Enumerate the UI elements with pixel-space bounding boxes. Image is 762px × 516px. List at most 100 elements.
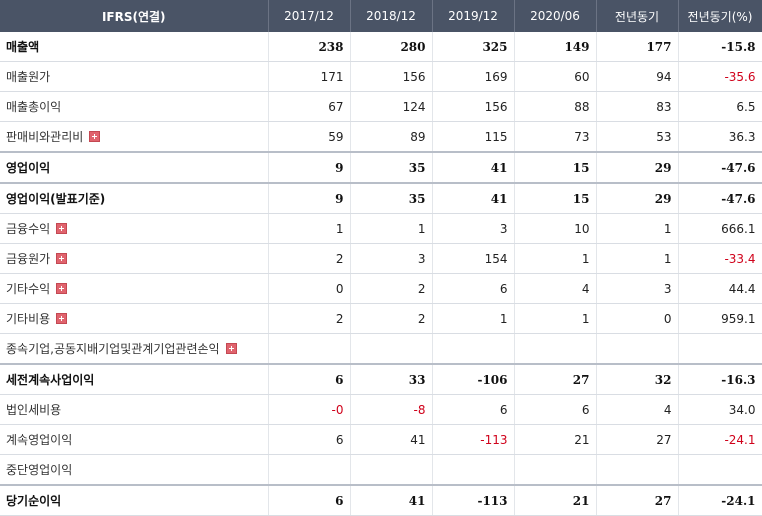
value-cell: 35 xyxy=(350,151,433,184)
row-label: 영업이익 xyxy=(0,151,269,184)
row-label: 기타수익 xyxy=(0,273,269,304)
value-cell: 1 xyxy=(596,243,679,274)
value-cell: -113 xyxy=(432,424,515,455)
value-cell: 238 xyxy=(268,32,351,62)
value-cell: 88 xyxy=(514,91,597,122)
value-cell: 124 xyxy=(350,91,433,122)
header-2017-12: 2017/12 xyxy=(268,0,351,32)
value-cell xyxy=(350,454,433,486)
value-cell: 59 xyxy=(268,121,351,153)
value-cell: 1 xyxy=(432,303,515,334)
value-cell: -24.1 xyxy=(678,424,762,455)
value-cell: 32 xyxy=(596,363,679,395)
expand-plus-icon[interactable] xyxy=(89,131,101,142)
value-cell: 2 xyxy=(268,303,351,334)
row-label-text: 매출원가 xyxy=(6,70,51,84)
value-cell: 10 xyxy=(514,213,597,244)
row-label: 금융원가 xyxy=(0,243,269,274)
value-cell: 1 xyxy=(596,213,679,244)
value-cell: -47.6 xyxy=(678,182,762,214)
value-cell: 3 xyxy=(432,213,515,244)
table-row: 계속영업이익 6 41 -113 21 27 -24.1 xyxy=(0,424,762,455)
value-cell: 156 xyxy=(350,61,433,92)
value-cell: 6 xyxy=(268,363,351,395)
value-cell: 959.1 xyxy=(678,303,762,334)
row-label-text: 매출액 xyxy=(6,40,40,54)
value-cell: 156 xyxy=(432,91,515,122)
value-cell: 27 xyxy=(596,484,679,516)
row-label-text: 기타비용 xyxy=(6,312,51,326)
header-2019-12: 2019/12 xyxy=(432,0,515,32)
value-cell: 115 xyxy=(432,121,515,153)
row-label: 판매비와관리비 xyxy=(0,121,269,153)
row-label-text: 중단영업이익 xyxy=(6,463,73,477)
table-row: 기타비용 2 2 1 1 0 959.1 xyxy=(0,303,762,334)
value-cell: 171 xyxy=(268,61,351,92)
value-cell: 94 xyxy=(596,61,679,92)
table-row: 기타수익 0 2 6 4 3 44.4 xyxy=(0,273,762,304)
header-ifrs: IFRS(연결) xyxy=(0,0,269,32)
value-cell: 325 xyxy=(432,32,515,62)
value-cell: 2 xyxy=(350,273,433,304)
value-cell: 154 xyxy=(432,243,515,274)
value-cell: 6 xyxy=(268,484,351,516)
value-cell: 29 xyxy=(596,182,679,214)
expand-plus-icon[interactable] xyxy=(56,313,68,324)
value-cell: 177 xyxy=(596,32,679,62)
value-cell: -0 xyxy=(268,394,351,425)
row-label: 영업이익(발표기준) xyxy=(0,182,269,214)
value-cell: 9 xyxy=(268,151,351,184)
value-cell xyxy=(432,454,515,486)
income-statement-table: IFRS(연결) 2017/12 2018/12 2019/12 2020/06… xyxy=(0,0,762,516)
value-cell: 27 xyxy=(596,424,679,455)
row-label: 법인세비용 xyxy=(0,394,269,425)
value-cell: 73 xyxy=(514,121,597,153)
row-label-text: 금융수익 xyxy=(6,222,51,236)
header-2018-12: 2018/12 xyxy=(350,0,433,32)
value-cell: -8 xyxy=(350,394,433,425)
row-label: 중단영업이익 xyxy=(0,454,269,486)
value-cell: 36.3 xyxy=(678,121,762,153)
value-cell xyxy=(268,454,351,486)
value-cell: 169 xyxy=(432,61,515,92)
value-cell: 1 xyxy=(268,213,351,244)
table-row: 매출총이익 67 124 156 88 83 6.5 xyxy=(0,91,762,122)
table-row: 중단영업이익 xyxy=(0,454,762,486)
row-label: 당기순이익 xyxy=(0,484,269,516)
value-cell: 29 xyxy=(596,151,679,184)
table-row: 종속기업,공동지배기업및관계기업관련손익 xyxy=(0,333,762,365)
value-cell: 3 xyxy=(596,273,679,304)
expand-plus-icon[interactable] xyxy=(56,283,68,294)
value-cell: 9 xyxy=(268,182,351,214)
value-cell: 666.1 xyxy=(678,213,762,244)
value-cell: 67 xyxy=(268,91,351,122)
value-cell: -16.3 xyxy=(678,363,762,395)
value-cell xyxy=(268,333,351,365)
expand-plus-icon[interactable] xyxy=(56,223,68,234)
value-cell: 3 xyxy=(350,243,433,274)
table-row: 법인세비용 -0 -8 6 6 4 34.0 xyxy=(0,394,762,425)
value-cell: -47.6 xyxy=(678,151,762,184)
value-cell: 41 xyxy=(350,484,433,516)
row-label: 매출원가 xyxy=(0,61,269,92)
row-label-text: 매출총이익 xyxy=(6,100,62,114)
value-cell: 33 xyxy=(350,363,433,395)
value-cell: 35 xyxy=(350,182,433,214)
value-cell: -35.6 xyxy=(678,61,762,92)
table-row: 판매비와관리비 59 89 115 73 53 36.3 xyxy=(0,121,762,153)
value-cell: 6 xyxy=(268,424,351,455)
value-cell: -106 xyxy=(432,363,515,395)
row-label-text: 영업이익 xyxy=(6,161,51,175)
table-row: 금융원가 2 3 154 1 1 -33.4 xyxy=(0,243,762,274)
table-row: 세전계속사업이익 6 33 -106 27 32 -16.3 xyxy=(0,363,762,395)
expand-plus-icon[interactable] xyxy=(225,343,237,354)
value-cell: 41 xyxy=(432,151,515,184)
row-label-text: 계속영업이익 xyxy=(6,433,73,447)
row-label-text: 종속기업,공동지배기업및관계기업관련손익 xyxy=(6,342,220,356)
row-label: 세전계속사업이익 xyxy=(0,363,269,395)
row-label-text: 금융원가 xyxy=(6,252,51,266)
row-label-text: 영업이익(발표기준) xyxy=(6,192,106,206)
table-row: 매출액 238 280 325 149 177 -15.8 xyxy=(0,32,762,62)
row-label-text: 기타수익 xyxy=(6,282,51,296)
expand-plus-icon[interactable] xyxy=(56,253,68,264)
